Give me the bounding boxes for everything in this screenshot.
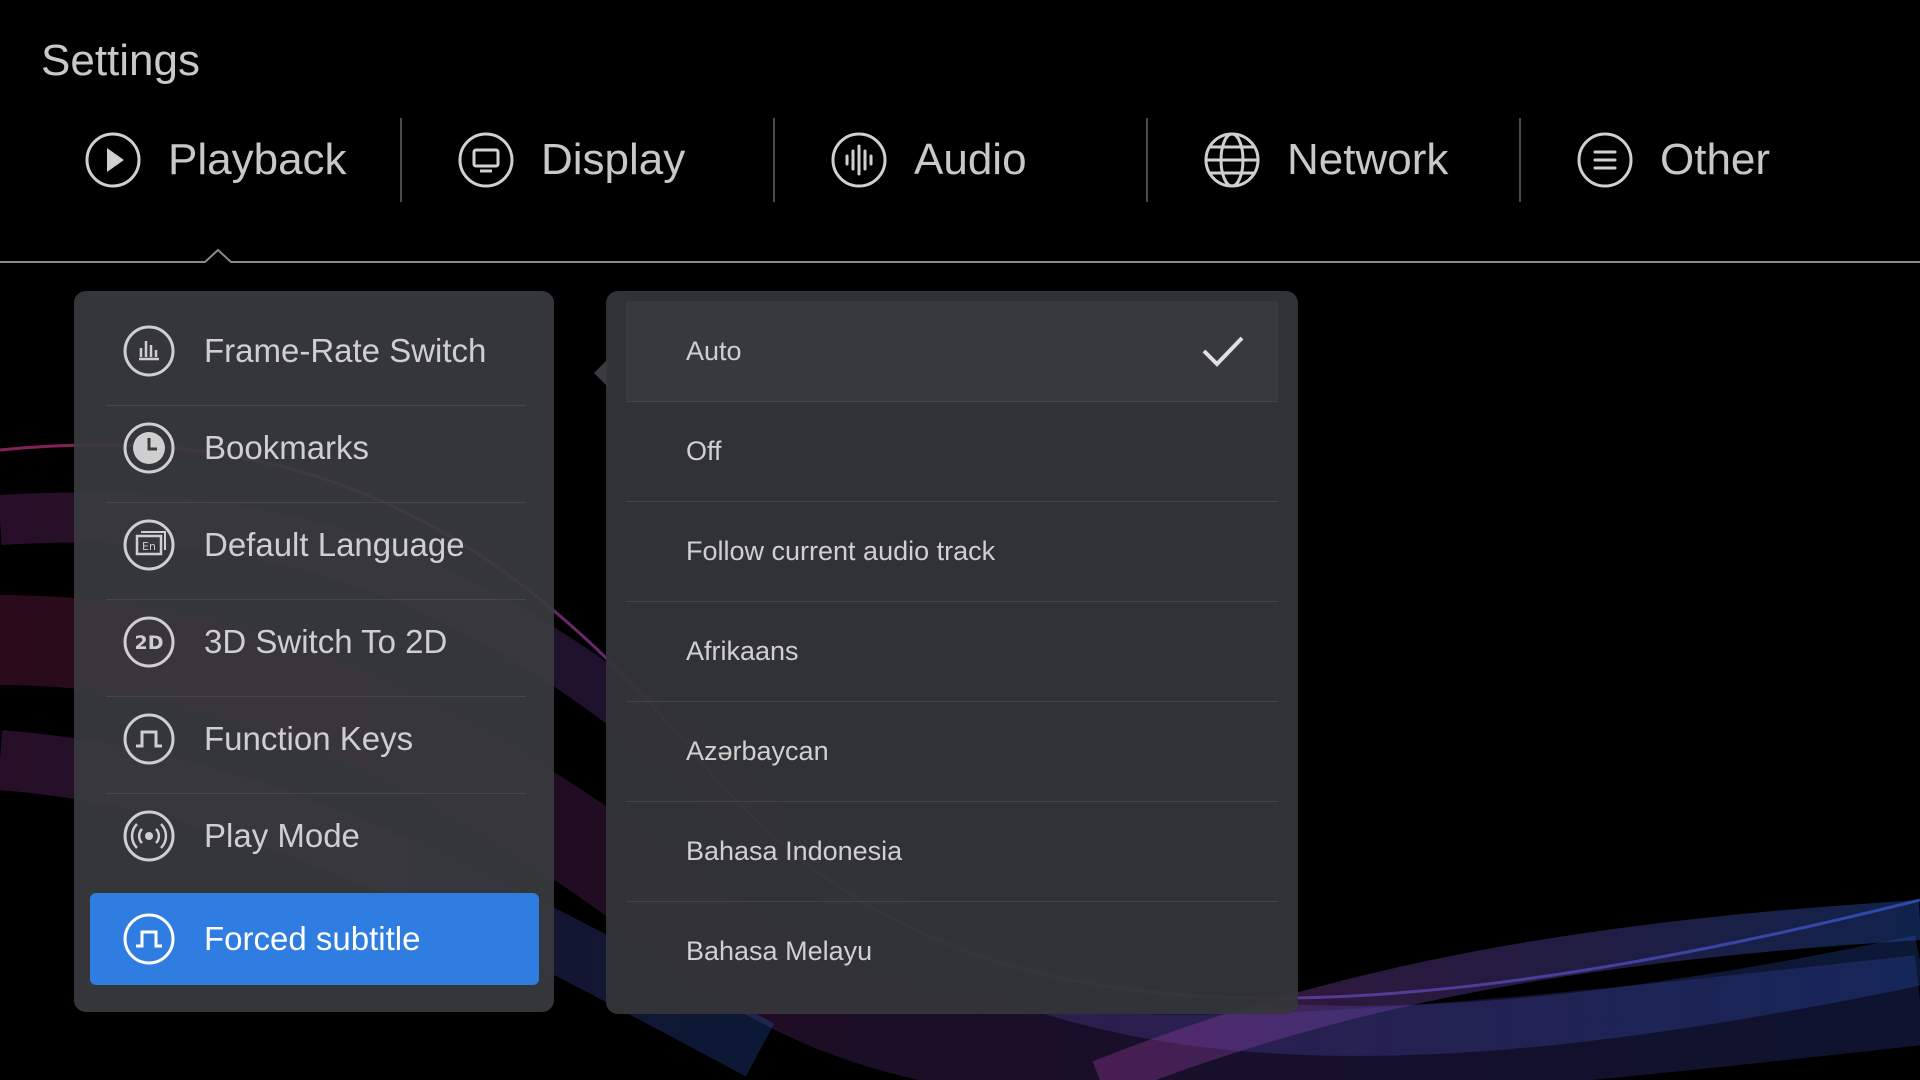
tab-playback[interactable]: Playback (0, 118, 373, 202)
tab-indicator-rule (0, 248, 1920, 263)
menu-item-label: Forced subtitle (204, 920, 421, 957)
sound-wave-icon (830, 131, 888, 189)
list-icon (1576, 131, 1634, 189)
option-label: Azərbaycan (686, 735, 829, 766)
svg-text:En: En (142, 540, 156, 553)
tab-display[interactable]: Display (373, 118, 746, 202)
option-auto[interactable]: Auto (626, 301, 1278, 401)
menu-item-3d-switch-to-2d[interactable]: 2D 3D Switch To 2D (90, 596, 539, 688)
menu-item-label: Function Keys (204, 720, 414, 757)
menu-item-label: Default Language (204, 526, 465, 563)
menu-item-default-language[interactable]: En Default Language (90, 499, 539, 591)
option-label: Off (686, 435, 722, 466)
menu-item-label: Play Mode (204, 817, 360, 854)
option-label: Bahasa Indonesia (686, 835, 903, 866)
menu-item-label: Frame-Rate Switch (204, 332, 487, 369)
option-off[interactable]: Off (626, 401, 1278, 501)
2d-icon: 2D (122, 615, 176, 669)
option-label: Bahasa Melayu (686, 935, 873, 966)
tab-audio[interactable]: Audio (746, 118, 1119, 202)
option-afrikaans[interactable]: Afrikaans (626, 601, 1278, 701)
tab-network[interactable]: Network (1119, 118, 1492, 202)
menu-item-play-mode[interactable]: Play Mode (90, 790, 539, 882)
menu-item-forced-subtitle[interactable]: Forced subtitle (90, 893, 539, 985)
option-label: Follow current audio track (686, 535, 996, 566)
pulse-wave-icon (122, 712, 176, 766)
menu-item-function-keys[interactable]: Function Keys (90, 693, 539, 785)
svg-text:2D: 2D (135, 632, 164, 654)
tab-label: Network (1287, 135, 1449, 184)
tab-other[interactable]: Other (1492, 118, 1865, 202)
option-follow-audio[interactable]: Follow current audio track (626, 501, 1278, 601)
broadcast-icon (122, 809, 176, 863)
option-bahasa-melayu[interactable]: Bahasa Melayu (626, 901, 1278, 1001)
subtitle-options-panel: Auto Off Follow current audio track Afri… (606, 291, 1298, 1014)
option-label: Auto (686, 335, 742, 366)
play-icon (84, 131, 142, 189)
checkmark-icon (1202, 336, 1244, 367)
menu-item-label: 3D Switch To 2D (204, 623, 448, 660)
menu-item-bookmarks[interactable]: Bookmarks (90, 402, 539, 494)
tab-label: Playback (168, 135, 347, 184)
menu-item-label: Bookmarks (204, 429, 370, 466)
clock-icon (122, 421, 176, 475)
menu-item-frame-rate-switch[interactable]: Frame-Rate Switch (90, 305, 539, 397)
pulse-wave-icon (122, 912, 176, 966)
option-bahasa-indonesia[interactable]: Bahasa Indonesia (626, 801, 1278, 901)
language-en-icon: En (122, 518, 176, 572)
tab-label: Other (1660, 135, 1771, 184)
page-title: Settings (41, 36, 200, 85)
tab-bar: Playback Display Audio Network Other (0, 118, 1920, 202)
option-azerbaycan[interactable]: Azərbaycan (626, 701, 1278, 801)
playback-menu: Frame-Rate Switch Bookmarks En Default L… (74, 291, 554, 1012)
tab-label: Audio (914, 135, 1027, 184)
monitor-icon (457, 131, 515, 189)
option-label: Afrikaans (686, 635, 799, 666)
tab-label: Display (541, 135, 686, 184)
bar-chart-icon (122, 324, 176, 378)
globe-icon (1203, 131, 1261, 189)
